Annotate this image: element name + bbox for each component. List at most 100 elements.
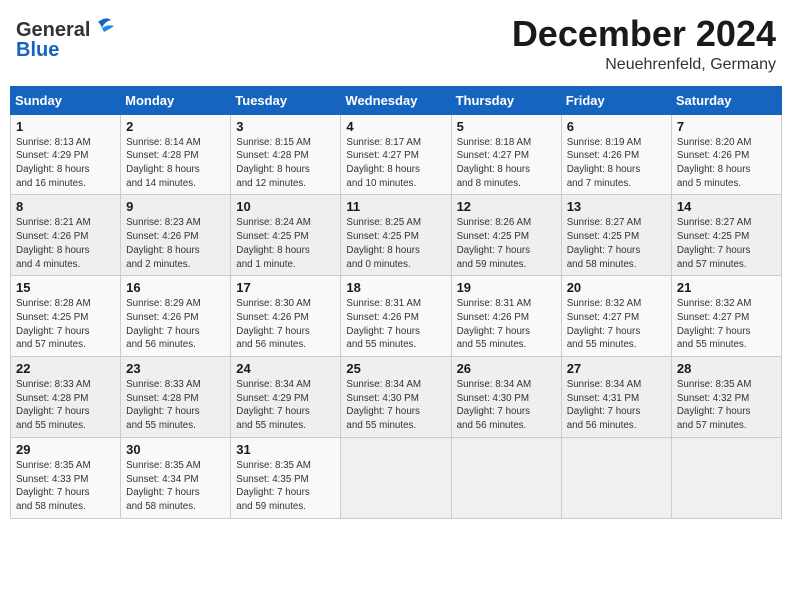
day-info: Sunrise: 8:33 AMSunset: 4:28 PMDaylight:… <box>126 378 225 433</box>
day-number: 28 <box>677 361 776 376</box>
calendar-cell: 21Sunrise: 8:32 AMSunset: 4:27 PMDayligh… <box>671 276 781 357</box>
calendar-cell: 1 Sunrise: 8:13 AMSunset: 4:29 PMDaylight… <box>11 114 121 195</box>
calendar-cell: 15 Sunrise: 8:28 AMSunset: 4:25 PMDayligh… <box>11 276 121 357</box>
day-info: Sunrise: 8:32 AMSunset: 4:27 PMDaylight:… <box>567 297 666 352</box>
calendar-cell: 31 Sunrise: 8:35 AMSunset: 4:35 PMDayligh… <box>231 437 341 518</box>
weekday-header-tuesday: Tuesday <box>231 86 341 114</box>
title-block: December 2024 Neuehrenfeld, Germany <box>512 14 776 74</box>
day-info: Sunrise: 8:35 AMSunset: 4:34 PMDaylight:… <box>126 459 225 514</box>
day-number: 11 <box>346 199 445 214</box>
day-number: 13 <box>567 199 666 214</box>
day-number: 29 <box>16 442 115 457</box>
page-header: General Blue December 2024 Neuehrenfeld,… <box>10 10 782 78</box>
weekday-header-monday: Monday <box>121 86 231 114</box>
day-number: 26 <box>457 361 556 376</box>
day-info: Sunrise: 8:17 AMSunset: 4:27 PMDaylight:… <box>346 136 445 191</box>
calendar-cell: 2 Sunrise: 8:14 AMSunset: 4:28 PMDaylight… <box>121 114 231 195</box>
day-number: 22 <box>16 361 115 376</box>
day-info: Sunrise: 8:14 AMSunset: 4:28 PMDaylight:… <box>126 136 225 191</box>
day-info: Sunrise: 8:30 AMSunset: 4:26 PMDaylight:… <box>236 297 335 352</box>
day-info: Sunrise: 8:31 AMSunset: 4:26 PMDaylight:… <box>457 297 556 352</box>
calendar-cell: 28Sunrise: 8:35 AMSunset: 4:32 PMDayligh… <box>671 357 781 438</box>
calendar-cell: 17 Sunrise: 8:30 AMSunset: 4:26 PMDayligh… <box>231 276 341 357</box>
calendar-cell: 25Sunrise: 8:34 AMSunset: 4:30 PMDayligh… <box>341 357 451 438</box>
day-number: 12 <box>457 199 556 214</box>
logo-svg: General Blue <box>16 14 116 64</box>
day-number: 14 <box>677 199 776 214</box>
calendar-cell: 10 Sunrise: 8:24 AMSunset: 4:25 PMDayligh… <box>231 195 341 276</box>
day-info: Sunrise: 8:13 AMSunset: 4:29 PMDaylight:… <box>16 136 115 191</box>
day-number: 6 <box>567 119 666 134</box>
day-info: Sunrise: 8:34 AMSunset: 4:30 PMDaylight:… <box>346 378 445 433</box>
day-info: Sunrise: 8:34 AMSunset: 4:31 PMDaylight:… <box>567 378 666 433</box>
calendar-cell <box>671 437 781 518</box>
svg-text:General: General <box>16 19 90 41</box>
calendar-cell: 23 Sunrise: 8:33 AMSunset: 4:28 PMDayligh… <box>121 357 231 438</box>
calendar-cell: 13 Sunrise: 8:27 AMSunset: 4:25 PMDayligh… <box>561 195 671 276</box>
calendar-cell <box>561 437 671 518</box>
calendar-cell: 8 Sunrise: 8:21 AMSunset: 4:26 PMDaylight… <box>11 195 121 276</box>
day-number: 17 <box>236 280 335 295</box>
day-info: Sunrise: 8:26 AMSunset: 4:25 PMDaylight:… <box>457 216 556 271</box>
day-info: Sunrise: 8:20 AMSunset: 4:26 PMDaylight:… <box>677 136 776 191</box>
day-info: Sunrise: 8:25 AMSunset: 4:25 PMDaylight:… <box>346 216 445 271</box>
day-info: Sunrise: 8:34 AMSunset: 4:29 PMDaylight:… <box>236 378 335 433</box>
day-number: 24 <box>236 361 335 376</box>
calendar-cell: 3 Sunrise: 8:15 AMSunset: 4:28 PMDaylight… <box>231 114 341 195</box>
day-number: 19 <box>457 280 556 295</box>
calendar-cell: 6 Sunrise: 8:19 AMSunset: 4:26 PMDaylight… <box>561 114 671 195</box>
day-info: Sunrise: 8:31 AMSunset: 4:26 PMDaylight:… <box>346 297 445 352</box>
calendar-cell: 29 Sunrise: 8:35 AMSunset: 4:33 PMDayligh… <box>11 437 121 518</box>
day-number: 21 <box>677 280 776 295</box>
day-info: Sunrise: 8:21 AMSunset: 4:26 PMDaylight:… <box>16 216 115 271</box>
day-info: Sunrise: 8:29 AMSunset: 4:26 PMDaylight:… <box>126 297 225 352</box>
day-number: 16 <box>126 280 225 295</box>
day-number: 23 <box>126 361 225 376</box>
day-info: Sunrise: 8:15 AMSunset: 4:28 PMDaylight:… <box>236 136 335 191</box>
day-info: Sunrise: 8:19 AMSunset: 4:26 PMDaylight:… <box>567 136 666 191</box>
calendar-cell: 7 Sunrise: 8:20 AMSunset: 4:26 PMDaylight… <box>671 114 781 195</box>
day-number: 15 <box>16 280 115 295</box>
calendar-cell: 11 Sunrise: 8:25 AMSunset: 4:25 PMDayligh… <box>341 195 451 276</box>
day-info: Sunrise: 8:35 AMSunset: 4:33 PMDaylight:… <box>16 459 115 514</box>
day-info: Sunrise: 8:27 AMSunset: 4:25 PMDaylight:… <box>677 216 776 271</box>
calendar-cell: 22 Sunrise: 8:33 AMSunset: 4:28 PMDayligh… <box>11 357 121 438</box>
day-number: 7 <box>677 119 776 134</box>
day-number: 27 <box>567 361 666 376</box>
calendar-cell: 27 Sunrise: 8:34 AMSunset: 4:31 PMDayligh… <box>561 357 671 438</box>
calendar-cell: 26 Sunrise: 8:34 AMSunset: 4:30 PMDayligh… <box>451 357 561 438</box>
day-info: Sunrise: 8:34 AMSunset: 4:30 PMDaylight:… <box>457 378 556 433</box>
day-number: 8 <box>16 199 115 214</box>
weekday-header-friday: Friday <box>561 86 671 114</box>
calendar-cell: 4Sunrise: 8:17 AMSunset: 4:27 PMDaylight… <box>341 114 451 195</box>
day-number: 3 <box>236 119 335 134</box>
calendar-cell: 18 Sunrise: 8:31 AMSunset: 4:26 PMDayligh… <box>341 276 451 357</box>
calendar-cell: 5 Sunrise: 8:18 AMSunset: 4:27 PMDaylight… <box>451 114 561 195</box>
day-number: 31 <box>236 442 335 457</box>
calendar-table: SundayMondayTuesdayWednesdayThursdayFrid… <box>10 86 782 519</box>
calendar-cell: 20Sunrise: 8:32 AMSunset: 4:27 PMDayligh… <box>561 276 671 357</box>
day-number: 5 <box>457 119 556 134</box>
day-number: 18 <box>346 280 445 295</box>
day-info: Sunrise: 8:35 AMSunset: 4:35 PMDaylight:… <box>236 459 335 514</box>
calendar-cell: 9 Sunrise: 8:23 AMSunset: 4:26 PMDaylight… <box>121 195 231 276</box>
calendar-cell: 30 Sunrise: 8:35 AMSunset: 4:34 PMDayligh… <box>121 437 231 518</box>
day-info: Sunrise: 8:27 AMSunset: 4:25 PMDaylight:… <box>567 216 666 271</box>
day-number: 1 <box>16 119 115 134</box>
day-info: Sunrise: 8:33 AMSunset: 4:28 PMDaylight:… <box>16 378 115 433</box>
day-info: Sunrise: 8:24 AMSunset: 4:25 PMDaylight:… <box>236 216 335 271</box>
day-number: 2 <box>126 119 225 134</box>
weekday-header-sunday: Sunday <box>11 86 121 114</box>
day-info: Sunrise: 8:28 AMSunset: 4:25 PMDaylight:… <box>16 297 115 352</box>
day-number: 9 <box>126 199 225 214</box>
day-number: 30 <box>126 442 225 457</box>
weekday-header-wednesday: Wednesday <box>341 86 451 114</box>
weekday-header-thursday: Thursday <box>451 86 561 114</box>
day-number: 10 <box>236 199 335 214</box>
day-info: Sunrise: 8:18 AMSunset: 4:27 PMDaylight:… <box>457 136 556 191</box>
day-info: Sunrise: 8:23 AMSunset: 4:26 PMDaylight:… <box>126 216 225 271</box>
calendar-cell: 19 Sunrise: 8:31 AMSunset: 4:26 PMDayligh… <box>451 276 561 357</box>
logo: General Blue <box>16 14 116 64</box>
calendar-cell <box>451 437 561 518</box>
svg-text:Blue: Blue <box>16 39 59 61</box>
